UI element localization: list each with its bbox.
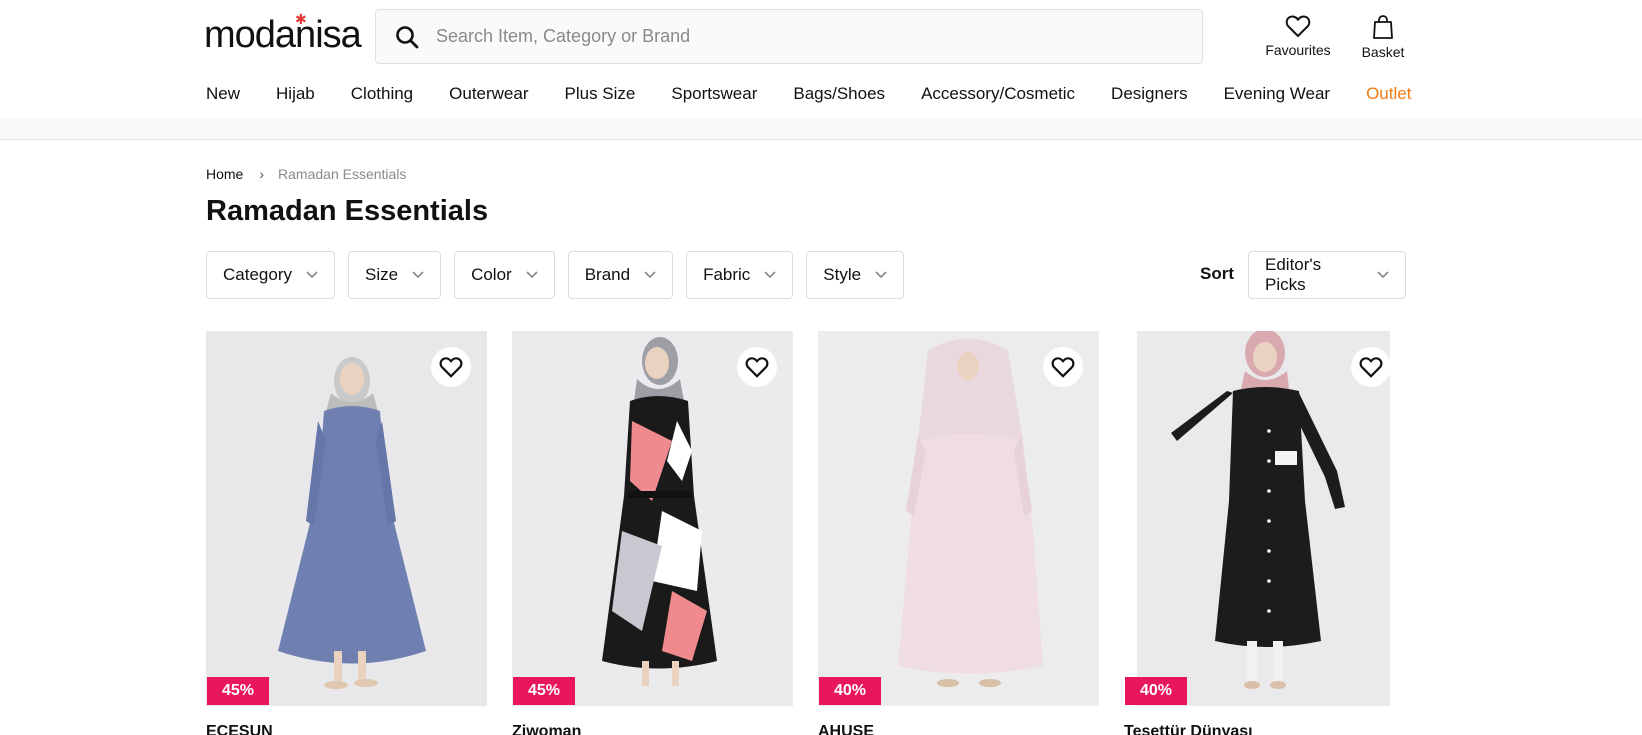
product-image[interactable] (512, 331, 793, 706)
product-brand[interactable]: AHUSE (818, 723, 874, 735)
product-image[interactable] (206, 331, 487, 706)
header-divider (0, 118, 1642, 140)
filter-fabric[interactable]: Fabric (686, 251, 794, 299)
add-to-favourites-button[interactable] (1351, 347, 1391, 387)
product-image[interactable] (1137, 331, 1390, 706)
basket-button[interactable]: Basket (1358, 14, 1408, 60)
page-title: Ramadan Essentials (206, 195, 489, 227)
filter-category[interactable]: Category (206, 251, 335, 299)
discount-badge: 45% (207, 677, 269, 705)
main-nav: New Hijab Clothing Outerwear Plus Size S… (206, 84, 1411, 104)
chevron-down-icon (644, 269, 656, 281)
filter-label: Brand (584, 265, 631, 284)
heart-icon (745, 357, 769, 378)
add-to-favourites-button[interactable] (1043, 347, 1083, 387)
nav-item-bags-shoes[interactable]: Bags/Shoes (793, 84, 885, 104)
nav-item-accessory-cosmetic[interactable]: Accessory/Cosmetic (921, 84, 1075, 104)
sort-selected-value: Editor's Picks (1265, 255, 1322, 294)
search-input[interactable] (436, 26, 1176, 47)
filter-style[interactable]: Style (806, 251, 905, 299)
nav-item-sportswear[interactable]: Sportswear (671, 84, 757, 104)
product-image[interactable] (818, 331, 1099, 706)
product-card[interactable]: 40% AHUSE (818, 331, 1099, 735)
breadcrumb-current: Ramadan Essentials (278, 166, 407, 182)
filter-brand[interactable]: Brand (567, 251, 674, 299)
sort-dropdown[interactable]: Editor's Picks (1248, 251, 1406, 299)
discount-badge: 45% (513, 677, 575, 705)
heart-icon (1285, 15, 1311, 38)
nav-item-plus-size[interactable]: Plus Size (565, 84, 636, 104)
discount-badge: 40% (819, 677, 881, 705)
nav-item-new[interactable]: New (206, 84, 240, 104)
product-card[interactable]: 45% ECESUN (206, 331, 487, 735)
product-card[interactable]: 45% Ziwoman (512, 331, 793, 735)
discount-badge: 40% (1125, 677, 1187, 705)
add-to-favourites-button[interactable] (431, 347, 471, 387)
filter-size[interactable]: Size (347, 251, 442, 299)
logo[interactable]: modanisa ✱ (204, 11, 362, 56)
filter-bar: Category Size Color Brand Fabric Style (206, 251, 917, 299)
product-brand[interactable]: Tesettür Dünyası (1124, 723, 1253, 735)
product-brand[interactable]: ECESUN (206, 723, 273, 735)
nav-item-outlet[interactable]: Outlet (1366, 84, 1411, 104)
filter-label: Fabric (703, 265, 751, 284)
chevron-down-icon (875, 269, 887, 281)
logo-star-icon: ✱ (295, 11, 307, 27)
bag-icon (1373, 15, 1393, 39)
heart-icon (1359, 357, 1383, 378)
logo-text: modanisa (204, 14, 362, 56)
search-icon[interactable] (394, 24, 420, 50)
sort-label: Sort (1200, 264, 1234, 283)
favourites-label: Favourites (1265, 42, 1331, 58)
nav-item-evening-wear[interactable]: Evening Wear (1224, 84, 1330, 104)
site-header: modanisa ✱ Favourites Basket New Hijab C… (0, 0, 1642, 118)
favourites-button[interactable]: Favourites (1255, 14, 1341, 58)
filter-label: Style (823, 265, 862, 284)
breadcrumb: Home › Ramadan Essentials (206, 166, 406, 182)
nav-item-hijab[interactable]: Hijab (276, 84, 315, 104)
heart-icon (1051, 357, 1075, 378)
chevron-down-icon (526, 269, 538, 281)
basket-label: Basket (1361, 44, 1405, 60)
product-card[interactable]: 40% Tesettür Dünyası (1124, 331, 1391, 735)
filter-label: Color (471, 265, 512, 284)
nav-item-outerwear[interactable]: Outerwear (449, 84, 528, 104)
breadcrumb-separator-icon: › (259, 166, 265, 182)
filter-label: Size (364, 265, 399, 284)
nav-item-clothing[interactable]: Clothing (351, 84, 413, 104)
chevron-down-icon (764, 269, 776, 281)
heart-icon (439, 357, 463, 378)
search-bar[interactable] (375, 9, 1203, 64)
filter-color[interactable]: Color (454, 251, 555, 299)
chevron-down-icon (1377, 269, 1389, 281)
chevron-down-icon (306, 269, 318, 281)
chevron-down-icon (412, 269, 424, 281)
breadcrumb-home[interactable]: Home (206, 166, 243, 182)
nav-item-designers[interactable]: Designers (1111, 84, 1188, 104)
filter-label: Category (223, 265, 292, 284)
product-brand[interactable]: Ziwoman (512, 723, 581, 735)
add-to-favourites-button[interactable] (737, 347, 777, 387)
